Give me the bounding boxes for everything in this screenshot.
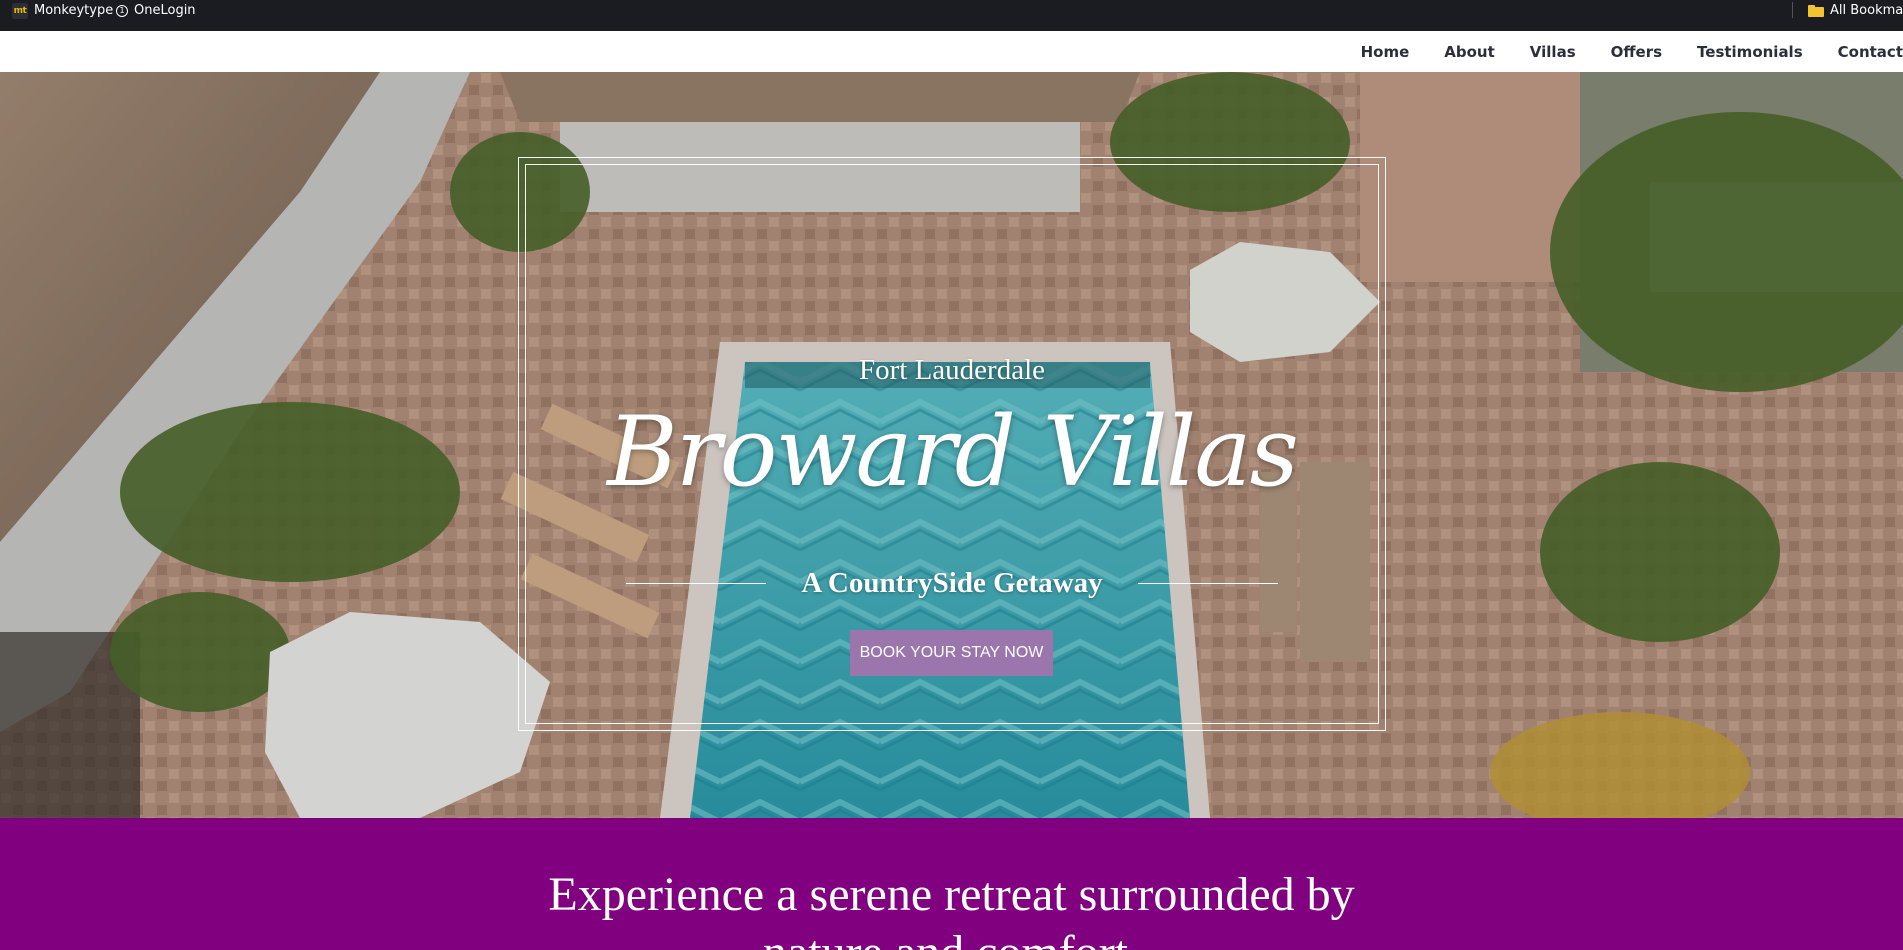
intro-heading: Experience a serene retreat surrounded b… <box>548 868 1355 950</box>
tagline-divider-right <box>1137 583 1278 584</box>
nav-link-about[interactable]: About <box>1444 43 1495 61</box>
hero-title: Broward Villas <box>607 396 1299 508</box>
intro-section: Experience a serene retreat surrounded b… <box>0 818 1903 950</box>
bookmarks-bar: mt Monkeytype 1 OneLogin All Bookmarks <box>0 0 1903 31</box>
book-stay-button[interactable]: BOOK YOUR STAY NOW <box>850 630 1053 676</box>
nav-link-testimonials[interactable]: Testimonials <box>1697 43 1803 61</box>
hero-tagline: A CountrySide Getaway <box>801 567 1103 599</box>
monkeytype-icon: mt <box>12 2 28 19</box>
nav-link-home[interactable]: Home <box>1361 43 1410 61</box>
tagline-divider-left <box>626 583 766 584</box>
bookmark-monkeytype[interactable]: mt Monkeytype <box>12 0 113 21</box>
bookmarks-divider <box>1792 2 1793 18</box>
nav-link-offers[interactable]: Offers <box>1611 43 1662 61</box>
nav-link-contact[interactable]: Contact <box>1838 43 1903 61</box>
bookmark-onelogin[interactable]: 1 OneLogin <box>116 0 196 21</box>
site-header: Home About Villas Offers Testimonials Co… <box>0 31 1903 72</box>
all-bookmarks-label: All Bookmarks <box>1830 3 1903 18</box>
bookmark-label: OneLogin <box>134 3 196 18</box>
onelogin-icon: 1 <box>116 4 128 17</box>
hero-section: Fort Lauderdale Broward Villas A Country… <box>0 72 1903 818</box>
folder-icon <box>1808 4 1824 17</box>
hero-tagline-row: A CountrySide Getaway <box>626 567 1278 600</box>
bookmark-label: Monkeytype <box>34 3 114 18</box>
all-bookmarks-button[interactable]: All Bookmarks <box>1808 0 1903 21</box>
main-nav: Home About Villas Offers Testimonials Co… <box>1326 31 1903 72</box>
nav-link-villas[interactable]: Villas <box>1530 43 1576 61</box>
hero-location: Fort Lauderdale <box>858 354 1045 386</box>
